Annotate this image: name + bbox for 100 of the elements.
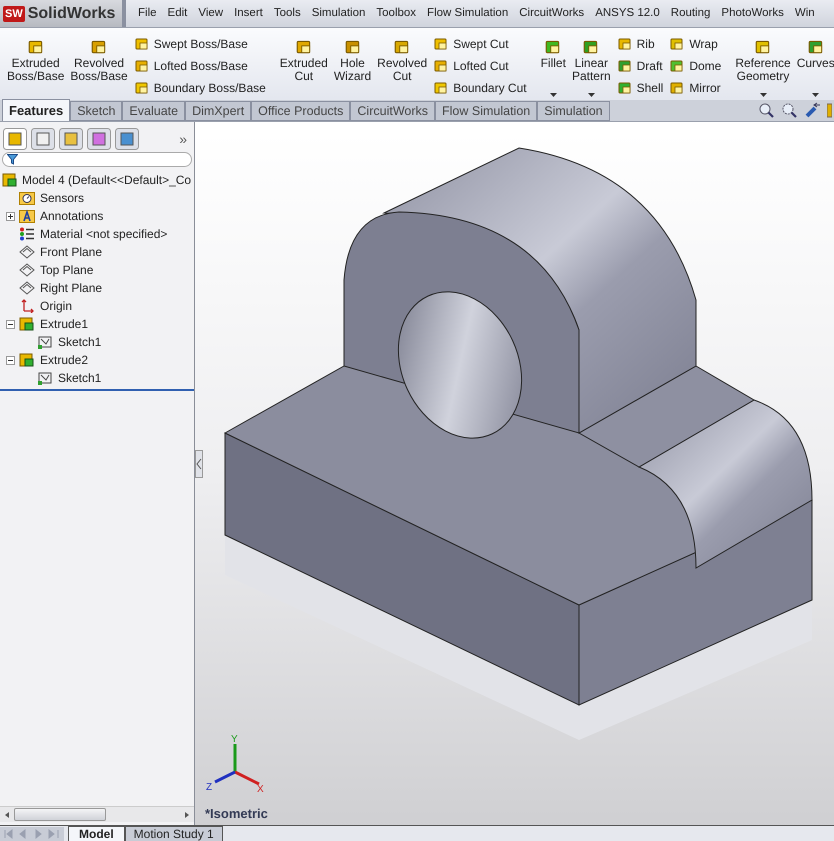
- command-tab[interactable]: DimXpert: [185, 101, 252, 121]
- menu-item[interactable]: CircuitWorks: [519, 4, 584, 22]
- feature-icon: [294, 38, 313, 56]
- plane-icon: [19, 263, 35, 277]
- command-tab[interactable]: Office Products: [251, 101, 350, 121]
- toolbar-icon[interactable]: [827, 102, 832, 119]
- menu-item[interactable]: Simulation: [312, 4, 366, 22]
- plane-icon: [19, 245, 35, 259]
- previous-view-icon[interactable]: [804, 102, 821, 119]
- axis-triad-icon: [214, 744, 260, 786]
- collapse-icon[interactable]: [6, 356, 15, 364]
- command-tab[interactable]: CircuitWorks: [350, 101, 436, 121]
- panel-collapse-handle-icon[interactable]: [195, 450, 203, 478]
- feature-icon: [669, 80, 686, 96]
- more-tabs-chevron[interactable]: »: [179, 128, 191, 150]
- filter-field[interactable]: [2, 152, 192, 167]
- extrude-feature-icon: [2, 173, 18, 187]
- folder-letter-icon: [19, 209, 35, 223]
- ribbon-button[interactable]: Swept Boss/Base: [134, 34, 266, 54]
- tree-item[interactable]: Sensors: [40, 189, 84, 207]
- ribbon-button[interactable]: Wrap: [669, 34, 722, 54]
- tree-item[interactable]: Extrude2: [40, 351, 88, 369]
- material-list-icon: [19, 227, 35, 241]
- feature-icon: [344, 38, 362, 56]
- menu-item[interactable]: Edit: [168, 4, 188, 22]
- ribbon-button[interactable]: Boundary Boss/Base: [134, 78, 266, 98]
- tree-item[interactable]: Origin: [40, 297, 72, 315]
- tree-item[interactable]: Annotations: [40, 207, 104, 225]
- ribbon-button[interactable]: Fillet: [538, 32, 569, 100]
- display-tab-icon[interactable]: [115, 128, 139, 150]
- ribbon-button[interactable]: Draft: [616, 56, 664, 76]
- feature-icon: [669, 58, 686, 74]
- command-tab[interactable]: Features: [2, 99, 70, 121]
- tree-root[interactable]: Model 4 (Default<<Default>_Co: [22, 171, 192, 189]
- feature-icon: [433, 80, 450, 96]
- feature-tree-tab-icon[interactable]: [3, 128, 27, 150]
- bottom-tab[interactable]: Motion Study 1: [124, 826, 223, 841]
- filter-icon: [7, 154, 18, 165]
- menu-item[interactable]: Flow Simulation: [427, 4, 508, 22]
- app-title: SolidWorks: [28, 4, 116, 24]
- menu-item[interactable]: Routing: [670, 4, 710, 22]
- origin-icon: [19, 299, 35, 313]
- ribbon-button[interactable]: Lofted Boss/Base: [134, 56, 266, 76]
- tree-item[interactable]: Front Plane: [40, 243, 102, 261]
- tree-item[interactable]: Material <not specified>: [40, 225, 168, 243]
- command-tab[interactable]: Evaluate: [122, 101, 186, 121]
- ribbon-button[interactable]: Rib: [616, 34, 664, 54]
- menu-item[interactable]: Toolbox: [376, 4, 416, 22]
- bottom-tab[interactable]: Model: [68, 826, 125, 841]
- tree-item[interactable]: Extrude1: [40, 315, 88, 333]
- ribbon-button[interactable]: Revolved Cut: [374, 32, 430, 100]
- menu-item[interactable]: View: [198, 4, 224, 22]
- view-name: *Isometric: [205, 804, 268, 822]
- ribbon-button[interactable]: Revolved Boss/Base: [67, 32, 131, 100]
- tree-item[interactable]: Sketch1: [58, 369, 102, 387]
- expand-icon[interactable]: [6, 212, 15, 220]
- plane-icon: [19, 281, 35, 295]
- tree-item[interactable]: Sketch1: [58, 333, 102, 351]
- menu-item[interactable]: ANSYS 12.0: [595, 4, 660, 22]
- command-tab[interactable]: Sketch: [70, 101, 122, 121]
- feature-icon: [433, 36, 450, 52]
- menu-item[interactable]: Insert: [234, 4, 263, 22]
- ribbon-button[interactable]: Hole Wizard: [330, 32, 374, 100]
- menu-item[interactable]: Win: [794, 4, 815, 22]
- feature-icon: [134, 58, 150, 74]
- ribbon-button[interactable]: Lofted Cut: [433, 56, 527, 76]
- zoom-area-icon[interactable]: [781, 102, 798, 119]
- tree-item[interactable]: Right Plane: [40, 279, 102, 297]
- command-tab[interactable]: Simulation: [537, 101, 610, 121]
- sketch-icon: [37, 371, 53, 385]
- property-tab-icon[interactable]: [31, 128, 55, 150]
- sketch-icon: [37, 335, 53, 349]
- ribbon-button[interactable]: Boundary Cut: [433, 78, 527, 98]
- menu-item[interactable]: Tools: [274, 4, 301, 22]
- menu-item[interactable]: PhotoWorks: [721, 4, 784, 22]
- ribbon-button[interactable]: Extruded Cut: [276, 32, 331, 100]
- ribbon-button[interactable]: Shell: [616, 78, 664, 98]
- configuration-tab-icon[interactable]: [59, 128, 83, 150]
- extrude-feature-icon: [19, 317, 35, 331]
- command-tab[interactable]: Flow Simulation: [435, 101, 538, 121]
- ribbon-button[interactable]: Curves: [794, 32, 834, 100]
- tree-item[interactable]: Top Plane: [40, 261, 94, 279]
- menu-item[interactable]: File: [138, 4, 157, 22]
- caret-icon: [812, 93, 820, 97]
- ribbon-button[interactable]: Mirror: [669, 78, 722, 98]
- caret-icon: [588, 93, 595, 97]
- feature-icon: [26, 38, 45, 56]
- ribbon-button[interactable]: Reference Geometry: [732, 32, 794, 100]
- ribbon-button[interactable]: Linear Pattern: [568, 32, 614, 100]
- collapse-icon[interactable]: [6, 320, 15, 328]
- z-axis-label: Z: [206, 782, 212, 792]
- y-axis-label: Y: [231, 734, 238, 745]
- zoom-to-fit-icon[interactable]: [758, 102, 775, 119]
- scrollbar-thumb[interactable]: [14, 808, 106, 821]
- caret-icon: [760, 93, 767, 97]
- feature-icon: [616, 36, 633, 52]
- feature-icon: [806, 38, 825, 56]
- target-tab-icon[interactable]: [87, 128, 111, 150]
- ribbon-button[interactable]: Dome: [669, 56, 722, 76]
- ribbon-button[interactable]: Swept Cut: [433, 34, 527, 54]
